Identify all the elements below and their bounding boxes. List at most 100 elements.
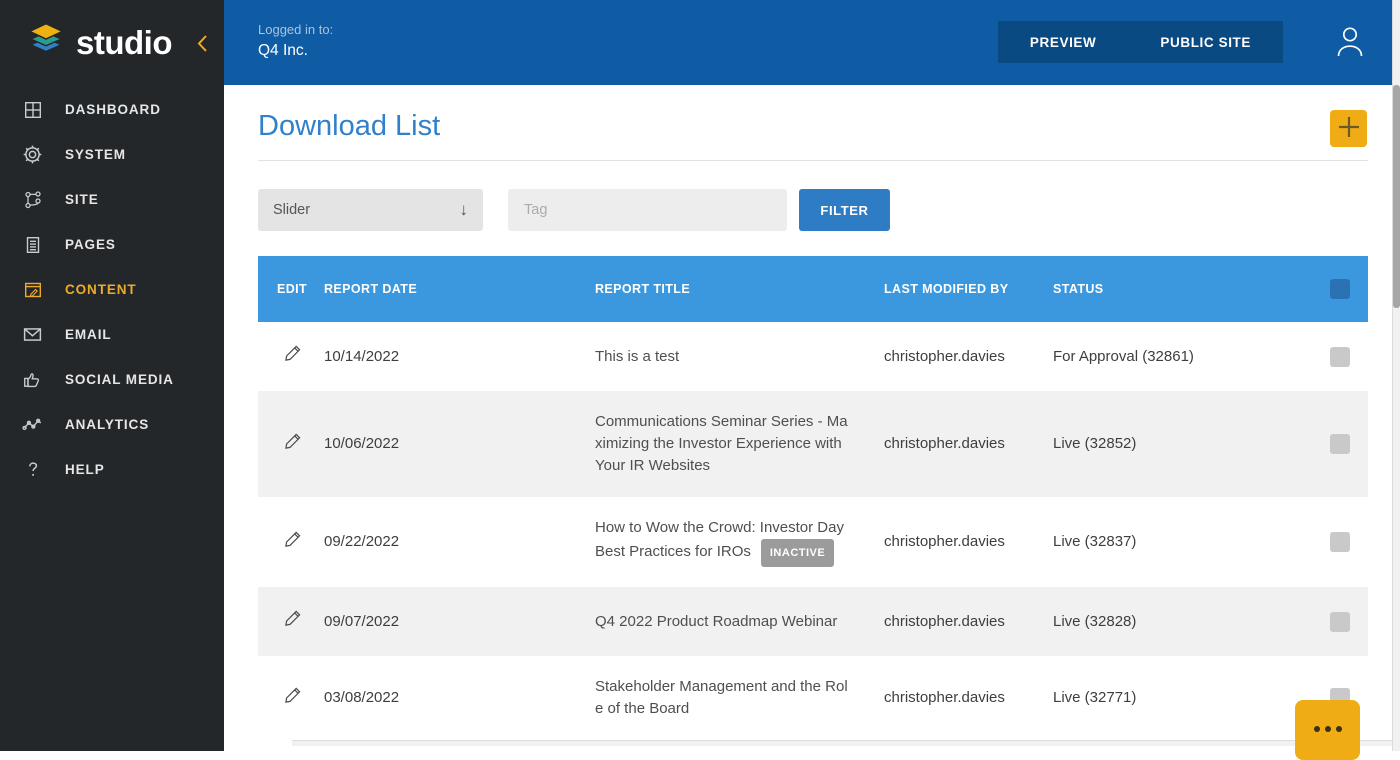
sidebar-item-help[interactable]: HELP	[0, 447, 224, 492]
table-row: 09/22/2022 How to Wow the Crowd: Investo…	[258, 497, 1368, 587]
sidebar-nav: DASHBOARD SYSTEM SITE PAGES CONTENT EMAI…	[0, 87, 224, 492]
layers-stack-icon	[24, 17, 68, 68]
slider-select[interactable]: Slider ↓	[258, 189, 483, 231]
logged-in-block: Logged in to: Q4 Inc.	[258, 22, 333, 60]
sidebar-item-label: EMAIL	[65, 327, 112, 342]
table-row: 10/06/2022 Communications Seminar Series…	[258, 391, 1368, 497]
logged-in-account: Q4 Inc.	[258, 42, 308, 59]
sidebar-item-label: SOCIAL MEDIA	[65, 372, 174, 387]
grid-icon	[22, 99, 43, 120]
filter-button[interactable]: FILTER	[799, 189, 890, 231]
column-header-report-date: REPORT DATE	[324, 282, 418, 296]
sidebar-item-analytics[interactable]: ANALYTICS	[0, 402, 224, 447]
public-site-button[interactable]: PUBLIC SITE	[1128, 21, 1283, 63]
sidebar-item-content[interactable]: CONTENT	[0, 267, 224, 312]
add-button[interactable]	[1330, 110, 1367, 147]
row-checkbox[interactable]	[1330, 346, 1350, 367]
table-row: 09/07/2022 Q4 2022 Product Roadmap Webin…	[258, 587, 1368, 656]
brand-name: studio	[76, 23, 172, 61]
ellipsis-icon	[1311, 726, 1344, 732]
row-checkbox[interactable]	[1330, 611, 1350, 632]
table-row-partial	[292, 740, 1400, 746]
sidebar-item-label: CONTENT	[65, 282, 137, 297]
filter-bar: Slider ↓ FILTER	[258, 189, 1368, 231]
report-title-text: Q4 2022 Product Roadmap Webinar	[595, 612, 838, 630]
report-date: 09/07/2022	[324, 612, 400, 630]
edit-pencil-icon[interactable]	[282, 528, 304, 550]
envelope-icon	[22, 324, 43, 345]
row-checkbox[interactable]	[1330, 434, 1350, 454]
last-modified-by: christopher.davies	[884, 689, 1005, 706]
sidebar-item-label: PAGES	[65, 237, 116, 252]
edit-pencil-icon[interactable]	[282, 430, 304, 452]
report-date: 10/06/2022	[324, 435, 400, 452]
topbar: Logged in to: Q4 Inc. PREVIEW PUBLIC SIT…	[224, 0, 1392, 85]
report-title-text: This is a test	[595, 347, 680, 365]
report-title-text: Communications Seminar Series - Maximizi…	[595, 413, 848, 474]
report-title-text: Stakeholder Management and the Role of t…	[595, 678, 848, 717]
line-chart-icon	[22, 414, 43, 435]
sidebar-item-email[interactable]: EMAIL	[0, 312, 224, 357]
edit-pencil-icon[interactable]	[282, 342, 304, 364]
column-header-edit: EDIT	[277, 282, 308, 296]
sidebar-item-pages[interactable]: PAGES	[0, 222, 224, 267]
title-divider	[258, 160, 1368, 161]
column-header-last-modified-by: LAST MODIFIED BY	[884, 282, 1009, 296]
status-text: Live (32852)	[1053, 435, 1137, 452]
status-text: Live (32771)	[1053, 689, 1137, 706]
gear-icon	[22, 144, 43, 165]
report-date: 10/14/2022	[324, 347, 400, 365]
table-header: EDIT REPORT DATE REPORT TITLE LAST MODIF…	[258, 256, 1368, 322]
vertical-scrollbar[interactable]	[1392, 0, 1400, 751]
down-arrow-icon: ↓	[459, 200, 469, 219]
last-modified-by: christopher.davies	[884, 612, 1005, 630]
sidebar-item-label: HELP	[65, 462, 105, 477]
chevron-left-icon[interactable]	[197, 34, 208, 58]
table-row: 03/08/2022 Stakeholder Management and th…	[258, 656, 1368, 740]
plus-icon	[1337, 115, 1361, 142]
last-modified-by: christopher.davies	[884, 347, 1005, 365]
table-row: 10/14/2022 This is a test christopher.da…	[258, 322, 1368, 391]
sitemap-icon	[22, 189, 43, 210]
sidebar-item-label: DASHBOARD	[65, 102, 161, 117]
sidebar: studio DASHBOARD SYSTEM SITE PAGES CONTE…	[0, 0, 224, 751]
document-icon	[22, 234, 43, 255]
page-title: Download List	[258, 110, 441, 142]
sidebar-item-label: ANALYTICS	[65, 417, 150, 432]
sidebar-item-system[interactable]: SYSTEM	[0, 132, 224, 177]
sidebar-item-site[interactable]: SITE	[0, 177, 224, 222]
user-icon[interactable]	[1334, 24, 1366, 65]
sidebar-item-social-media[interactable]: SOCIAL MEDIA	[0, 357, 224, 402]
edit-pencil-icon[interactable]	[282, 607, 304, 629]
select-all-checkbox[interactable]	[1330, 279, 1350, 299]
main-content: Download List Slider ↓ FILTER EDIT REPOR…	[224, 85, 1400, 751]
question-icon	[22, 459, 43, 480]
preview-button[interactable]: PREVIEW	[998, 21, 1128, 63]
column-header-status: STATUS	[1053, 282, 1104, 296]
report-date: 03/08/2022	[324, 689, 400, 706]
brand: studio	[0, 0, 224, 85]
topbar-buttons: PREVIEW PUBLIC SITE	[997, 21, 1283, 63]
slider-select-value: Slider	[273, 202, 311, 218]
inactive-badge: INACTIVE	[760, 539, 835, 567]
status-text: Live (32837)	[1053, 533, 1137, 550]
table-body: 10/14/2022 This is a test christopher.da…	[258, 322, 1368, 740]
sidebar-item-label: SITE	[65, 192, 99, 207]
last-modified-by: christopher.davies	[884, 435, 1005, 452]
more-options-button[interactable]	[1295, 700, 1360, 760]
scrollbar-thumb[interactable]	[1393, 85, 1400, 308]
edit-window-icon	[22, 279, 43, 300]
edit-pencil-icon[interactable]	[282, 684, 304, 706]
sidebar-item-label: SYSTEM	[65, 147, 126, 162]
report-date: 09/22/2022	[324, 533, 400, 550]
thumbs-up-icon	[22, 369, 43, 390]
tag-input[interactable]	[508, 189, 787, 231]
last-modified-by: christopher.davies	[884, 533, 1005, 550]
column-header-report-title: REPORT TITLE	[595, 282, 691, 296]
sidebar-item-dashboard[interactable]: DASHBOARD	[0, 87, 224, 132]
download-list-table: EDIT REPORT DATE REPORT TITLE LAST MODIF…	[258, 256, 1400, 746]
status-text: Live (32828)	[1053, 612, 1137, 630]
logged-in-label: Logged in to:	[258, 22, 334, 37]
row-checkbox[interactable]	[1330, 532, 1350, 552]
status-text: For Approval (32861)	[1053, 347, 1194, 365]
